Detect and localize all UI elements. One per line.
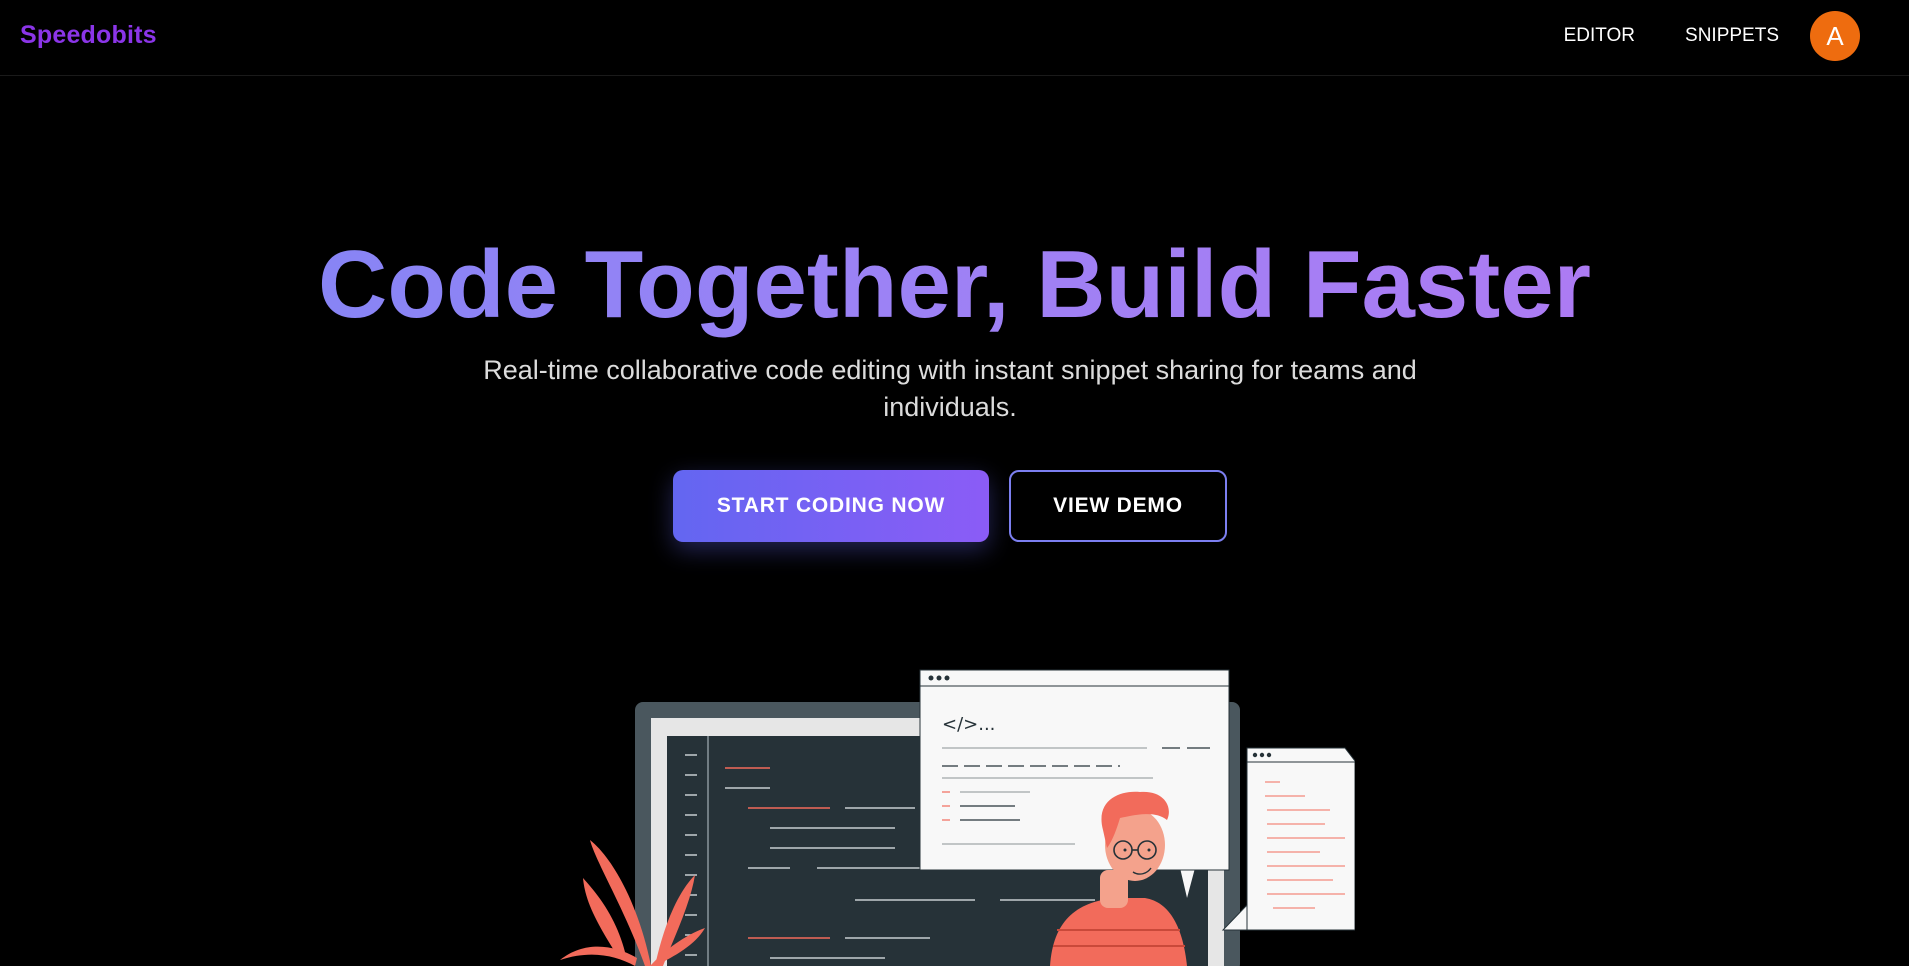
- user-avatar[interactable]: A: [1810, 11, 1860, 61]
- nav-link-snippets[interactable]: SNIPPETS: [1685, 25, 1779, 47]
- hero-subtitle: Real-time collaborative code editing wit…: [483, 355, 1417, 422]
- brand-logo[interactable]: Speedobits: [20, 21, 157, 50]
- hero-illustration: </>...: [560, 669, 1355, 966]
- start-coding-button[interactable]: START CODING NOW: [673, 470, 989, 542]
- small-window-illustration: [1221, 747, 1355, 931]
- view-demo-button[interactable]: VIEW DEMO: [1009, 470, 1227, 542]
- nav-links: EDITOR SNIPPETS: [1564, 25, 1779, 47]
- code-tag-text: </>...: [942, 714, 995, 735]
- nav-link-editor[interactable]: EDITOR: [1564, 25, 1635, 47]
- navbar: Speedobits EDITOR SNIPPETS A: [0, 0, 1909, 76]
- code-window-illustration: </>...: [919, 669, 1230, 901]
- hero-title: Code Together, Build Faster: [0, 230, 1909, 340]
